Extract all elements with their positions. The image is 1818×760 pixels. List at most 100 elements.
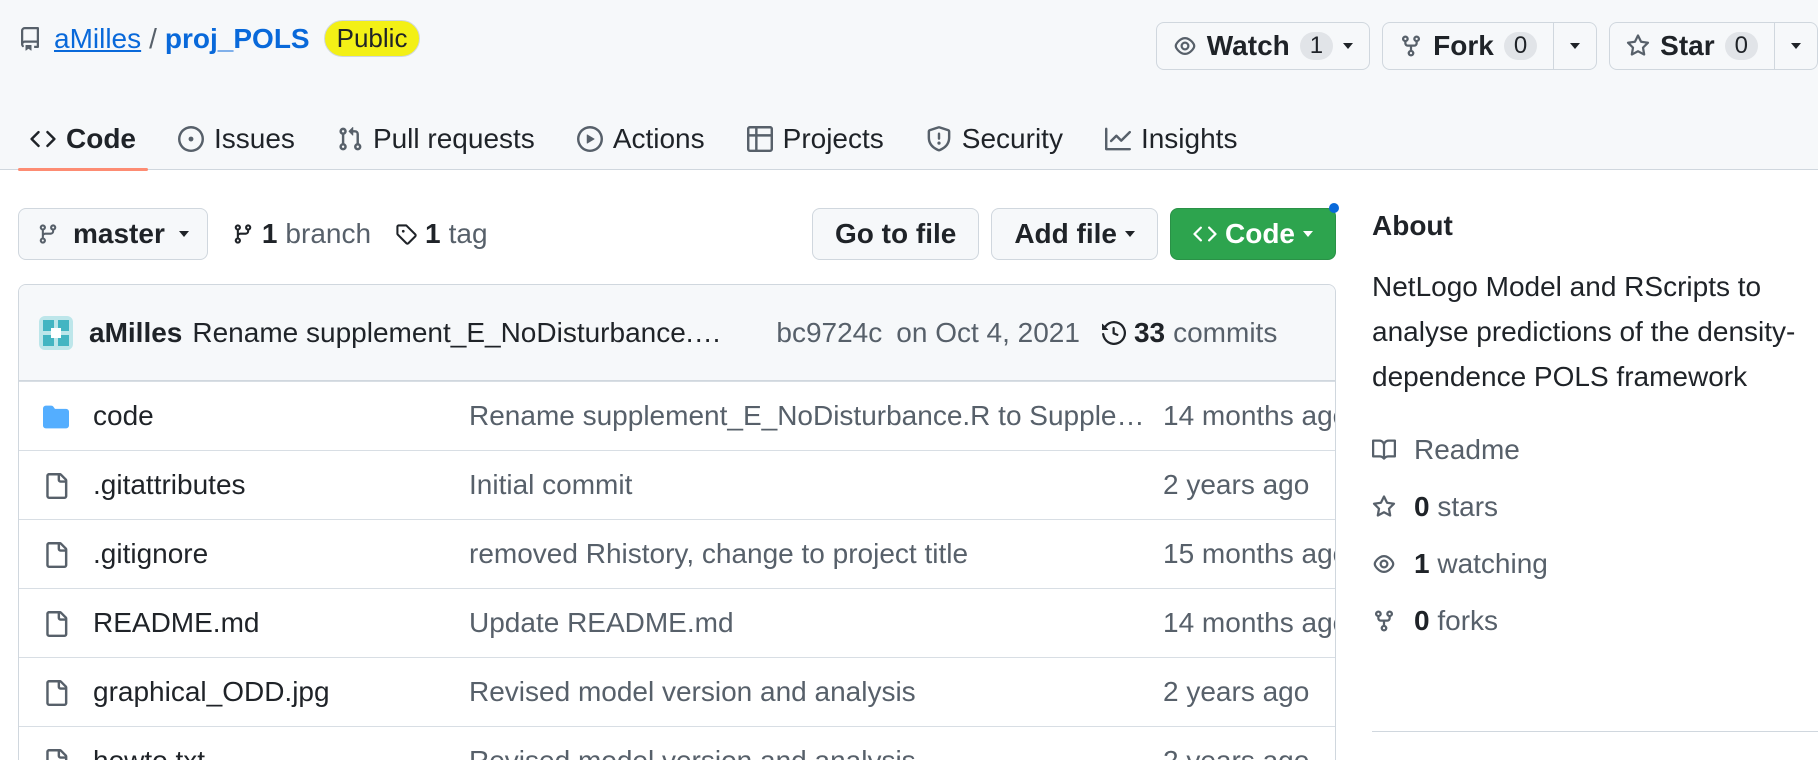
tags-link[interactable]: 1 tag [395,218,488,250]
file-row[interactable]: howto.txt Revised model version and anal… [19,726,1335,760]
path-separator: / [149,22,157,54]
table-icon [746,126,773,152]
tag-icon [396,224,417,245]
latest-commit-row: aMilles Rename supplement_E_NoDisturbanc… [19,285,1335,381]
repo-nav-tabs: Code Issues Pull requests Actions Projec… [18,108,1250,171]
tab-insights[interactable]: Insights [1093,108,1250,170]
file-row[interactable]: .gitignore removed Rhistory, change to p… [19,519,1335,588]
star-icon [1372,494,1396,517]
file-age: 2 years ago [1163,745,1309,760]
chevron-down-icon [1791,43,1801,49]
star-button-group: Star 0 [1609,22,1818,70]
file-name[interactable]: .gitattributes [93,469,246,501]
tag-label: tag [448,218,488,249]
branches-link[interactable]: 1 branch [232,218,371,250]
commit-count: 33 [1133,316,1166,348]
file-commit-message[interactable]: Revised model version and analysis [469,745,1159,760]
history-icon [1101,320,1126,345]
fork-dropdown-button[interactable] [1553,23,1596,69]
file-age: 2 years ago [1163,676,1310,707]
file-row[interactable]: code Rename supplement_E_NoDisturbance.R… [19,381,1335,450]
file-icon [46,611,68,637]
shield-icon [927,126,951,152]
commit-hash[interactable]: bc9724c [776,317,882,349]
tag-count: 1 [425,218,441,249]
forks-link[interactable]: 0 forks [1372,592,1818,649]
add-file-label: Add file [1014,218,1117,249]
tab-pull-requests[interactable]: Pull requests [325,108,547,170]
folder-icon [43,405,69,429]
about-divider [1372,731,1818,732]
code-label: Code [1225,218,1295,249]
code-icon [30,130,56,148]
commit-author[interactable]: aMilles [89,317,182,349]
about-sidebar: About NetLogo Model and RScripts to anal… [1372,210,1818,732]
add-file-button[interactable]: Add file [991,208,1158,260]
repo-icon [20,26,39,51]
star-dropdown-button[interactable] [1774,23,1817,69]
eye-icon [1373,554,1395,573]
file-age: 2 years ago [1163,469,1310,500]
go-to-file-button[interactable]: Go to file [812,208,980,260]
file-icon [46,680,68,706]
file-commit-message[interactable]: Update README.md [469,607,1159,639]
file-commit-message[interactable]: Initial commit [469,469,1159,501]
tab-issues[interactable]: Issues [166,108,307,170]
fork-label: Fork [1433,30,1494,61]
avatar[interactable] [39,315,73,350]
book-icon [1372,438,1396,460]
about-heading: About [1372,210,1453,241]
repo-header: aMilles / proj_POLS Public Watch 1 Fork … [0,0,1818,171]
file-name[interactable]: howto.txt [93,745,205,760]
file-age: 14 months ago [1163,400,1336,431]
star-button[interactable]: Star 0 [1610,23,1774,69]
issue-icon [178,126,204,152]
file-row[interactable]: README.md Update README.md 14 months ago [19,588,1335,657]
tab-label: Projects [782,123,884,154]
pull-request-icon [339,126,362,151]
stars-count: 0 [1414,490,1430,522]
file-commit-message[interactable]: Revised model version and analysis [469,676,1159,708]
fork-button[interactable]: Fork 0 [1383,23,1553,69]
file-name[interactable]: graphical_ODD.jpg [93,676,330,708]
file-name[interactable]: .gitignore [93,538,208,570]
chevron-down-icon [178,231,189,237]
watching-link[interactable]: 1 watching [1372,535,1818,592]
tab-label: Security [961,123,1063,154]
forks-label: forks [1437,604,1499,636]
repo-description: NetLogo Model and RScripts to analyse pr… [1372,271,1796,392]
file-icon [46,473,68,499]
star-count: 0 [1724,32,1758,60]
stars-label: stars [1437,490,1499,522]
commit-count-label: commits [1173,316,1278,348]
commits-link[interactable]: 33 commits [1101,316,1278,349]
repo-owner-link[interactable]: aMilles [54,23,141,55]
branch-selector-button[interactable]: master [18,208,208,260]
file-name[interactable]: README.md [93,607,259,639]
forks-count: 0 [1414,604,1430,636]
code-dropdown-button[interactable]: Code [1170,203,1339,260]
fork-icon [1375,610,1393,632]
watch-button-group: Watch 1 [1155,22,1371,70]
repo-name-link[interactable]: proj_POLS [165,23,310,55]
watching-label: watching [1437,547,1548,579]
graph-icon [1104,127,1131,151]
toolbar-right-buttons: Go to file Add file Code [812,203,1339,260]
tab-actions[interactable]: Actions [565,108,717,170]
file-icon [46,749,68,760]
stars-link[interactable]: 0 stars [1372,478,1818,535]
watch-button[interactable]: Watch 1 [1157,23,1369,69]
file-name[interactable]: code [93,400,154,432]
tab-security[interactable]: Security [914,108,1075,170]
readme-link[interactable]: Readme [1372,421,1818,478]
file-commit-message[interactable]: removed Rhistory, change to project titl… [469,538,1159,570]
commit-message[interactable]: Rename supplement_E_NoDisturbance.R to S… [192,317,732,349]
file-commit-message[interactable]: Rename supplement_E_NoDisturbance.R to S… [469,400,1159,432]
file-icon [46,542,68,568]
readme-label: Readme [1414,433,1520,465]
file-row[interactable]: graphical_ODD.jpg Revised model version … [19,657,1335,726]
tab-projects[interactable]: Projects [735,108,896,170]
chevron-down-icon [1570,43,1581,49]
tab-code[interactable]: Code [18,108,148,171]
file-row[interactable]: .gitattributes Initial commit 2 years ag… [19,450,1335,519]
